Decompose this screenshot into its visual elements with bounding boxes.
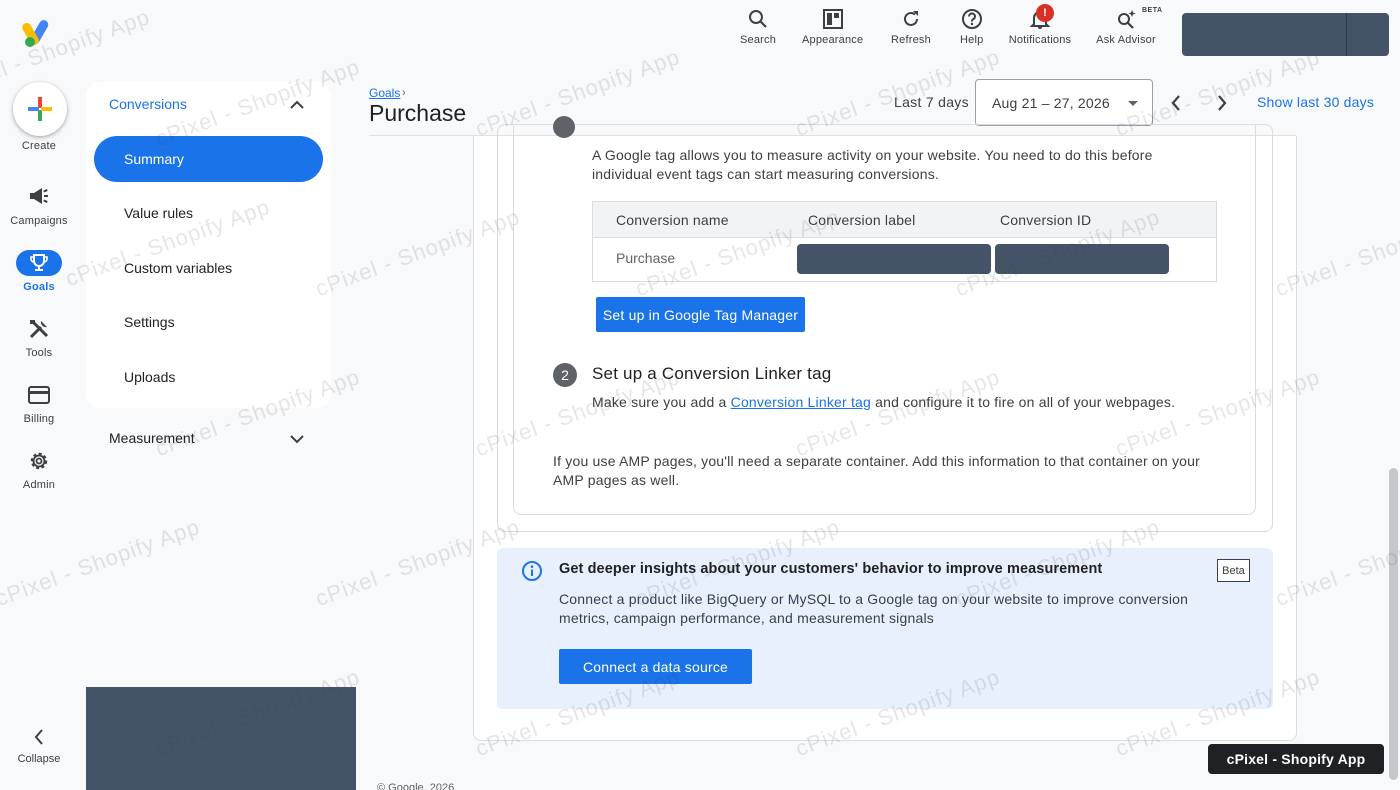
refresh-label: Refresh: [891, 34, 931, 46]
measurement-header[interactable]: Measurement: [109, 430, 195, 446]
linker-text-after: and configure it to fire on all of your …: [871, 394, 1176, 410]
redacted-panel: [86, 687, 356, 790]
appearance-label: Appearance: [802, 34, 864, 46]
conversion-label-redacted: [797, 244, 991, 274]
linker-text-before: Make sure you add a: [592, 394, 731, 410]
conversion-linker-text: Make sure you add a Conversion Linker ta…: [592, 393, 1232, 412]
refresh-button[interactable]: Refresh: [891, 8, 931, 54]
tools-label[interactable]: Tools: [0, 347, 78, 359]
dropdown-arrow-icon: [1128, 101, 1138, 106]
appearance-icon: [822, 9, 843, 29]
conversion-table: Conversion name Conversion label Convers…: [592, 201, 1217, 282]
chevron-left-icon: [34, 729, 43, 745]
help-icon: [961, 9, 982, 29]
ask-advisor-button[interactable]: BETA Ask Advisor: [1093, 7, 1162, 54]
left-rail: Create Campaigns Goals Tools Billing Adm…: [0, 0, 78, 790]
admin-nav[interactable]: [24, 449, 54, 473]
conversion-id-redacted: [995, 244, 1169, 274]
cpixel-toast[interactable]: cPixel - Shopify App: [1208, 744, 1384, 774]
insights-title: Get deeper insights about your customers…: [559, 561, 1103, 577]
chevron-down-icon[interactable]: [288, 430, 306, 448]
step-2-number: 2: [553, 363, 577, 387]
footer-copyright: © Google, 2026: [377, 782, 455, 790]
date-range-label: Last 7 days: [894, 94, 969, 110]
conversions-header[interactable]: Conversions: [109, 96, 187, 112]
step-1-number: [553, 116, 575, 138]
page-scrollbar[interactable]: [1389, 468, 1398, 780]
chevron-up-icon[interactable]: [288, 96, 306, 114]
tools-icon: [29, 319, 49, 339]
goals-nav[interactable]: [16, 250, 62, 276]
create-button[interactable]: [13, 82, 67, 136]
beta-badge: Beta: [1217, 559, 1250, 582]
setup-gtm-button[interactable]: Set up in Google Tag Manager: [596, 297, 805, 332]
billing-label[interactable]: Billing: [0, 413, 78, 425]
previous-period-icon[interactable]: [1167, 92, 1185, 114]
breadcrumb-goals[interactable]: Goals: [369, 86, 400, 100]
account-divider: [1346, 13, 1347, 56]
collapse-button[interactable]: Collapse: [0, 728, 78, 765]
google-ads-logo-icon[interactable]: [22, 18, 56, 48]
date-range-value: Aug 21 – 27, 2026: [992, 95, 1110, 111]
create-label: Create: [21, 140, 57, 152]
show-last-30-days-link[interactable]: Show last 30 days: [1257, 94, 1374, 110]
search-label: Search: [740, 34, 777, 46]
column-conversion-name: Conversion name: [616, 212, 729, 228]
help-label: Help: [960, 34, 984, 46]
collapse-label: Collapse: [17, 753, 61, 765]
column-conversion-label: Conversion label: [808, 212, 916, 228]
next-period-icon[interactable]: [1213, 92, 1231, 114]
breadcrumb-chevron-icon: ›: [402, 87, 406, 99]
connect-data-source-button[interactable]: Connect a data source: [559, 649, 752, 684]
gear-icon: [30, 452, 48, 470]
subnav-item-uploads[interactable]: Uploads: [94, 354, 323, 400]
appearance-button[interactable]: Appearance: [802, 8, 863, 54]
account-switcher-redacted[interactable]: [1182, 13, 1389, 56]
sparkle-search-icon: [1118, 10, 1136, 29]
column-conversion-id: Conversion ID: [1000, 212, 1092, 228]
help-button[interactable]: Help: [960, 8, 983, 54]
plus-icon: [28, 97, 52, 121]
date-range-selector[interactable]: Aug 21 – 27, 2026: [975, 79, 1153, 126]
credit-card-icon: [28, 386, 50, 404]
page-title: Purchase: [369, 100, 467, 126]
subnav-item-custom-variables[interactable]: Custom variables: [94, 245, 323, 291]
search-icon: [749, 10, 767, 28]
goals-label[interactable]: Goals: [0, 281, 78, 293]
info-icon: [522, 561, 542, 581]
campaigns-label[interactable]: Campaigns: [0, 215, 78, 227]
subnav-item-settings[interactable]: Settings: [94, 299, 323, 345]
tools-nav[interactable]: [24, 317, 54, 341]
advisor-beta-tag: BETA: [1142, 7, 1163, 14]
step-2-title: Set up a Conversion Linker tag: [592, 364, 832, 383]
amp-note: If you use AMP pages, you'll need a sepa…: [553, 453, 1200, 488]
admin-label[interactable]: Admin: [0, 479, 78, 491]
table-row-name: Purchase: [616, 250, 676, 266]
trophy-icon: [30, 254, 48, 271]
search-button[interactable]: Search: [740, 8, 776, 54]
refresh-icon: [903, 11, 918, 26]
google-tag-description: A Google tag allows you to measure activ…: [592, 147, 1153, 182]
notifications-label: Notifications: [1008, 34, 1072, 46]
subnav-item-summary[interactable]: Summary: [94, 136, 323, 182]
subnav-item-value-rules[interactable]: Value rules: [94, 190, 323, 236]
billing-nav[interactable]: [24, 383, 54, 407]
insights-body: Connect a product like BigQuery or MySQL…: [559, 591, 1189, 626]
conversion-linker-link[interactable]: Conversion Linker tag: [731, 394, 871, 410]
campaigns-nav[interactable]: [24, 184, 54, 208]
advisor-label: Ask Advisor: [1096, 34, 1156, 46]
notifications-button[interactable]: ! Notifications: [1005, 4, 1075, 54]
megaphone-icon: [30, 188, 48, 204]
notification-badge: !: [1036, 4, 1054, 22]
